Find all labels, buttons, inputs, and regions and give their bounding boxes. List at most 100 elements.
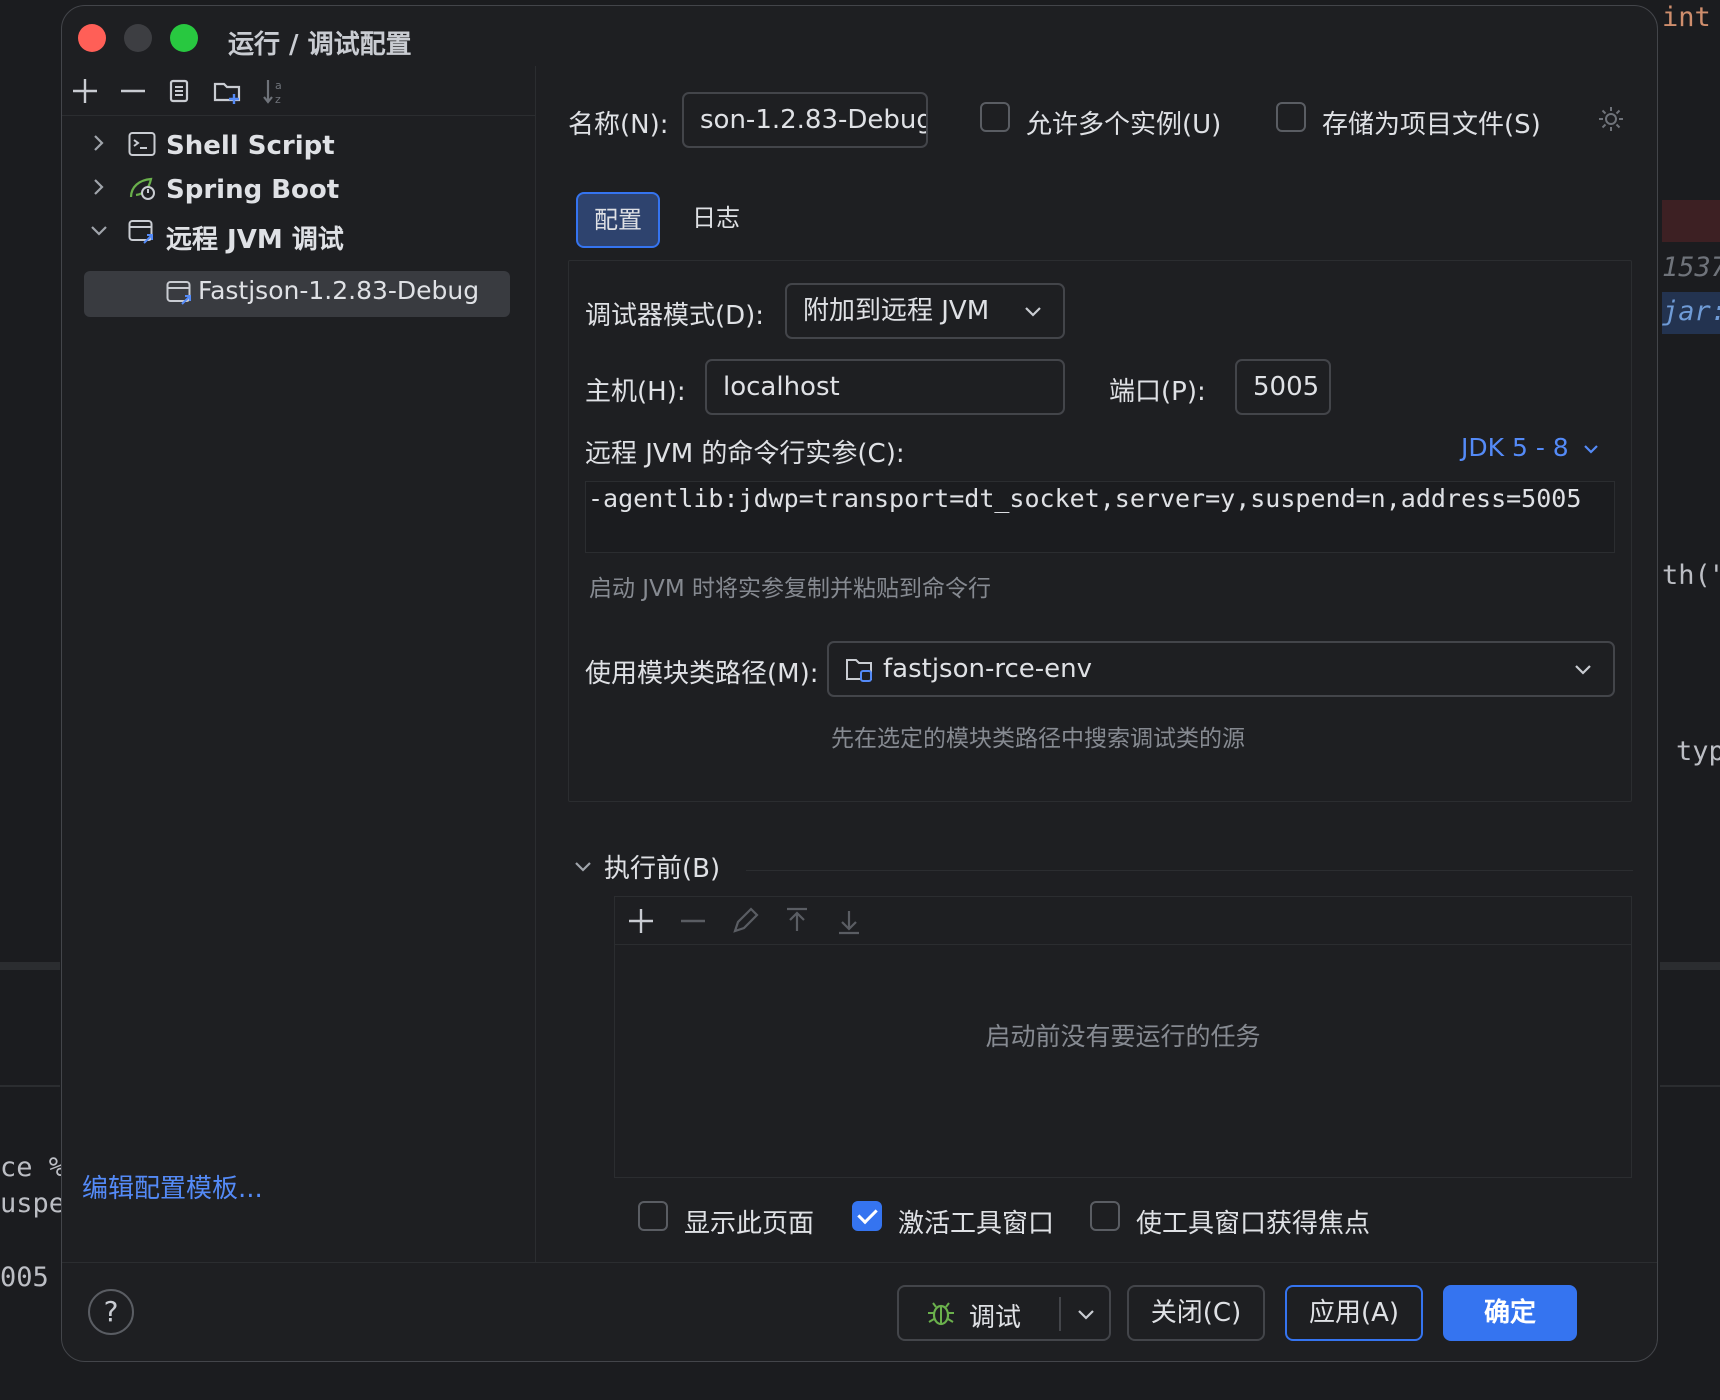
- new-folder-icon[interactable]: [212, 76, 242, 106]
- zoom-window-button[interactable]: [170, 24, 198, 52]
- host-input[interactable]: localhost: [705, 359, 1065, 415]
- before-launch-toolbar: [615, 897, 1631, 945]
- store-as-project-file-label[interactable]: 存储为项目文件(S): [1322, 104, 1541, 141]
- debug-button-label[interactable]: 调试: [969, 1297, 1021, 1334]
- debug-split-button[interactable]: 调试: [897, 1285, 1111, 1341]
- focus-tool-window-checkbox[interactable]: [1090, 1201, 1120, 1231]
- cmd-args-textarea[interactable]: -agentlib:jdwp=transport=dt_socket,serve…: [585, 481, 1615, 553]
- chevron-right-icon[interactable]: [88, 176, 110, 198]
- bg-code-fragment: uspe: [0, 1188, 66, 1219]
- tab-config[interactable]: 配置: [576, 192, 660, 248]
- bg-divider: [0, 962, 60, 970]
- svg-text:a: a: [275, 79, 282, 92]
- copy-icon[interactable]: [164, 76, 194, 106]
- tree-item-remote-jvm-debug[interactable]: 远程 JVM 调试: [82, 210, 536, 256]
- debugger-mode-label: 调试器模式(D):: [585, 301, 765, 331]
- close-window-button[interactable]: [78, 24, 106, 52]
- split-divider: [1059, 1297, 1061, 1331]
- edit-config-templates-link[interactable]: 编辑配置模板...: [82, 1168, 263, 1205]
- bg-code-fragment: jar:: [1662, 296, 1720, 327]
- before-launch-panel: 启动前没有要运行的任务: [614, 896, 1632, 1178]
- tree-item-label: Shell Script: [166, 131, 335, 161]
- bg-code-fragment: ce %: [0, 1152, 66, 1183]
- spring-boot-icon: [128, 175, 156, 201]
- chevron-right-icon[interactable]: [88, 132, 110, 154]
- cmd-args-label: 远程 JVM 的命令行实参(C):: [585, 439, 905, 469]
- move-down-icon[interactable]: [833, 905, 865, 937]
- no-tasks-message: 启动前没有要运行的任务: [985, 1022, 1261, 1051]
- minimize-window-button[interactable]: [124, 24, 152, 52]
- tree-toolbar: az: [62, 66, 536, 116]
- jdk-version-selector[interactable]: JDK 5 - 8: [1461, 433, 1601, 462]
- dialog-button-bar: ? 调试 关闭(C) 应用(A) 确定: [62, 1262, 1657, 1361]
- name-label: 名称(N):: [568, 110, 669, 140]
- help-button[interactable]: ?: [88, 1289, 134, 1335]
- tree-item-label: 远程 JVM 调试: [166, 225, 344, 255]
- bg-code-fragment: 1537: [1662, 252, 1720, 283]
- chevron-down-icon: [1583, 445, 1598, 454]
- sort-alphabetically-icon[interactable]: az: [260, 76, 290, 106]
- activate-tool-window-checkbox[interactable]: [852, 1201, 882, 1231]
- run-debug-config-dialog: 运行 / 调试配置 az Shell Script Spring Boot 远程…: [61, 5, 1658, 1362]
- bg-code-fragment: th(": [1662, 560, 1720, 591]
- ok-button[interactable]: 确定: [1443, 1285, 1577, 1341]
- shell-script-icon: [128, 131, 156, 157]
- tab-logs[interactable]: 日志: [674, 192, 758, 248]
- activate-tool-window-label[interactable]: 激活工具窗口: [898, 1203, 1054, 1240]
- module-classpath-hint: 先在选定的模块类路径中搜索调试类的源: [831, 726, 1245, 752]
- remove-icon[interactable]: [118, 76, 148, 106]
- close-button[interactable]: 关闭(C): [1127, 1285, 1265, 1341]
- tree-item-label: Fastjson-1.2.83-Debug: [198, 276, 480, 305]
- bg-highlight: [1662, 200, 1720, 242]
- add-icon[interactable]: [625, 905, 657, 937]
- debugger-mode-value: 附加到远程 JVM: [803, 296, 990, 326]
- cmd-args-hint: 启动 JVM 时将实参复制并粘贴到命令行: [589, 576, 991, 602]
- allow-multiple-instances-label[interactable]: 允许多个实例(U): [1026, 104, 1221, 141]
- jdk-version-label: JDK 5 - 8: [1461, 433, 1569, 462]
- host-label: 主机(H):: [585, 377, 686, 407]
- tree-item-label: Spring Boot: [166, 175, 340, 205]
- focus-tool-window-label[interactable]: 使工具窗口获得焦点: [1136, 1203, 1370, 1240]
- bg-code-fragment: typ: [1676, 736, 1720, 767]
- before-launch-title[interactable]: 执行前(B): [604, 848, 720, 885]
- edit-icon[interactable]: [729, 905, 761, 937]
- show-page-label[interactable]: 显示此页面: [684, 1203, 814, 1240]
- module-classpath-select[interactable]: fastjson-rce-env: [827, 641, 1615, 697]
- remote-debug-icon: [166, 281, 191, 305]
- config-tree-pane: az Shell Script Spring Boot 远程 JVM 调试 Fa…: [62, 66, 536, 1262]
- show-page-checkbox[interactable]: [638, 1201, 668, 1231]
- bg-divider: [1660, 1085, 1720, 1087]
- module-classpath-label: 使用模块类路径(M):: [585, 659, 819, 689]
- module-classpath-value: fastjson-rce-env: [883, 654, 1093, 684]
- bg-code-fragment: 005: [0, 1262, 49, 1293]
- move-up-icon[interactable]: [781, 905, 813, 937]
- chevron-down-icon[interactable]: [1071, 1299, 1101, 1329]
- bug-icon: [928, 1302, 954, 1326]
- config-editor-pane: 名称(N): son-1.2.83-Debug 允许多个实例(U) 存储为项目文…: [536, 66, 1657, 1262]
- debugger-mode-select[interactable]: 附加到远程 JVM: [785, 283, 1065, 339]
- port-input[interactable]: 5005: [1235, 359, 1331, 415]
- chevron-down-icon[interactable]: [88, 220, 110, 242]
- store-as-project-file-checkbox[interactable]: [1276, 102, 1306, 132]
- title-bar: 运行 / 调试配置: [62, 6, 1657, 70]
- add-icon[interactable]: [70, 76, 100, 106]
- bg-code-fragment: int: [1662, 2, 1711, 33]
- chevron-down-icon: [1025, 307, 1041, 317]
- bg-divider: [0, 1085, 60, 1087]
- module-folder-icon: [846, 659, 872, 682]
- port-label: 端口(P):: [1109, 377, 1206, 407]
- apply-button[interactable]: 应用(A): [1285, 1285, 1423, 1341]
- allow-multiple-instances-checkbox[interactable]: [980, 102, 1010, 132]
- chevron-down-icon[interactable]: [572, 856, 594, 878]
- svg-text:z: z: [275, 93, 281, 106]
- tree-item-spring-boot[interactable]: Spring Boot: [82, 166, 536, 212]
- gear-icon[interactable]: [1596, 104, 1626, 134]
- name-input[interactable]: son-1.2.83-Debug: [682, 92, 928, 148]
- chevron-down-icon: [1575, 665, 1591, 675]
- config-panel: 调试器模式(D): 附加到远程 JVM 主机(H): localhost 端口(…: [568, 260, 1632, 802]
- remove-icon[interactable]: [677, 905, 709, 937]
- section-divider: [746, 870, 1633, 871]
- remote-debug-icon: [128, 219, 156, 245]
- dialog-title: 运行 / 调试配置: [228, 30, 412, 60]
- tree-item-shell-script[interactable]: Shell Script: [82, 122, 536, 168]
